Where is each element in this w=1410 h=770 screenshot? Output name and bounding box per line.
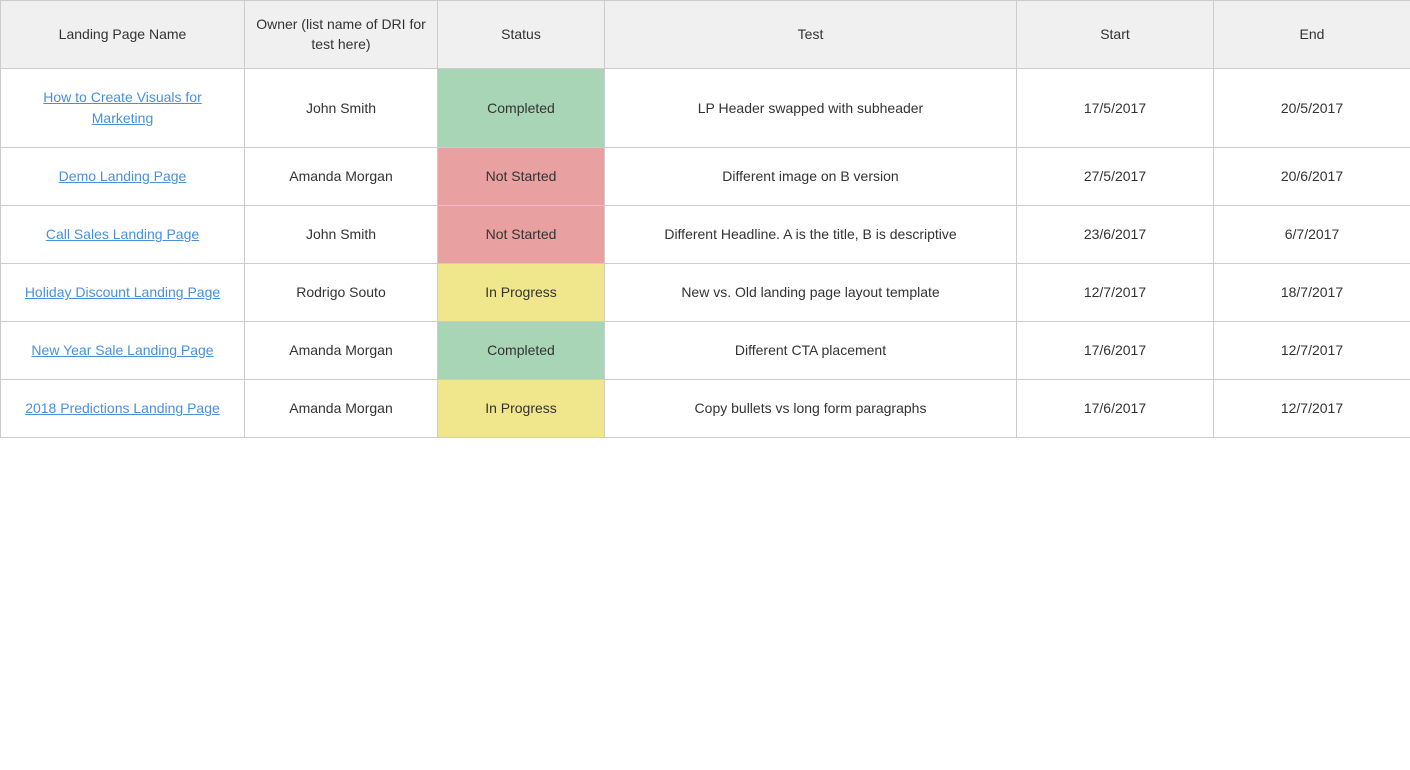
table-row: How to Create Visuals for MarketingJohn … bbox=[1, 69, 1410, 148]
header-test: Test bbox=[605, 1, 1017, 69]
cell-landing-page-name[interactable]: Demo Landing Page bbox=[1, 148, 245, 206]
cell-landing-page-name[interactable]: Call Sales Landing Page bbox=[1, 206, 245, 264]
cell-end: 20/5/2017 bbox=[1214, 69, 1410, 148]
cell-end: 12/7/2017 bbox=[1214, 380, 1410, 438]
cell-owner: John Smith bbox=[245, 69, 438, 148]
table-row: Holiday Discount Landing PageRodrigo Sou… bbox=[1, 264, 1410, 322]
cell-test: Different Headline. A is the title, B is… bbox=[605, 206, 1017, 264]
cell-end: 18/7/2017 bbox=[1214, 264, 1410, 322]
cell-end: 12/7/2017 bbox=[1214, 322, 1410, 380]
cell-end: 6/7/2017 bbox=[1214, 206, 1410, 264]
header-owner: Owner (list name of DRI for test here) bbox=[245, 1, 438, 69]
cell-status: In Progress bbox=[438, 264, 605, 322]
header-status: Status bbox=[438, 1, 605, 69]
header-name: Landing Page Name bbox=[1, 1, 245, 69]
cell-status: In Progress bbox=[438, 380, 605, 438]
cell-start: 17/6/2017 bbox=[1017, 322, 1214, 380]
header-start: Start bbox=[1017, 1, 1214, 69]
cell-landing-page-name[interactable]: How to Create Visuals for Marketing bbox=[1, 69, 245, 148]
cell-test: Different image on B version bbox=[605, 148, 1017, 206]
cell-landing-page-name[interactable]: New Year Sale Landing Page bbox=[1, 322, 245, 380]
cell-status: Completed bbox=[438, 322, 605, 380]
cell-start: 23/6/2017 bbox=[1017, 206, 1214, 264]
cell-test: New vs. Old landing page layout template bbox=[605, 264, 1017, 322]
cell-status: Completed bbox=[438, 69, 605, 148]
cell-start: 27/5/2017 bbox=[1017, 148, 1214, 206]
cell-owner: Amanda Morgan bbox=[245, 148, 438, 206]
cell-landing-page-name[interactable]: Holiday Discount Landing Page bbox=[1, 264, 245, 322]
table-row: Call Sales Landing PageJohn SmithNot Sta… bbox=[1, 206, 1410, 264]
table-row: New Year Sale Landing PageAmanda MorganC… bbox=[1, 322, 1410, 380]
cell-start: 12/7/2017 bbox=[1017, 264, 1214, 322]
table-row: 2018 Predictions Landing PageAmanda Morg… bbox=[1, 380, 1410, 438]
cell-owner: Rodrigo Souto bbox=[245, 264, 438, 322]
cell-status: Not Started bbox=[438, 206, 605, 264]
main-container: Landing Page Name Owner (list name of DR… bbox=[0, 0, 1410, 770]
cell-start: 17/6/2017 bbox=[1017, 380, 1214, 438]
landing-pages-table: Landing Page Name Owner (list name of DR… bbox=[0, 0, 1410, 438]
cell-test: Different CTA placement bbox=[605, 322, 1017, 380]
cell-landing-page-name[interactable]: 2018 Predictions Landing Page bbox=[1, 380, 245, 438]
cell-status: Not Started bbox=[438, 148, 605, 206]
header-end: End bbox=[1214, 1, 1410, 69]
cell-owner: Amanda Morgan bbox=[245, 380, 438, 438]
cell-end: 20/6/2017 bbox=[1214, 148, 1410, 206]
table-row: Demo Landing PageAmanda MorganNot Starte… bbox=[1, 148, 1410, 206]
cell-owner: John Smith bbox=[245, 206, 438, 264]
table-header-row: Landing Page Name Owner (list name of DR… bbox=[1, 1, 1410, 69]
cell-start: 17/5/2017 bbox=[1017, 69, 1214, 148]
cell-test: Copy bullets vs long form paragraphs bbox=[605, 380, 1017, 438]
cell-test: LP Header swapped with subheader bbox=[605, 69, 1017, 148]
cell-owner: Amanda Morgan bbox=[245, 322, 438, 380]
